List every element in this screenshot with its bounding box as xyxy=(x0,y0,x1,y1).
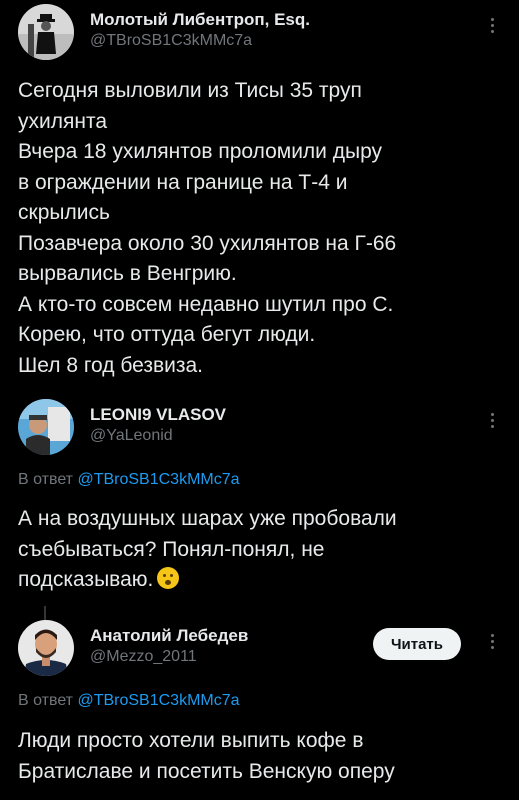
author-name[interactable]: LEONI9 VLASOV xyxy=(90,405,226,425)
author-handle[interactable]: @YaLeonid xyxy=(90,427,173,445)
text-line: Позавчера около 30 ухилянтов на Г-66 xyxy=(18,231,397,255)
more-options-icon[interactable] xyxy=(489,413,495,433)
avatar-molotyi[interactable] xyxy=(18,4,74,60)
more-options-icon[interactable] xyxy=(489,634,495,654)
more-options-icon[interactable] xyxy=(489,18,495,38)
author-name[interactable]: Молотый Либентроп, Esq. xyxy=(90,10,310,30)
text-line: подсказываю. xyxy=(18,568,154,591)
text-line: вырвались в Венгрию. xyxy=(18,262,237,285)
text-line: скрылись xyxy=(18,201,110,224)
text-line: Люди просто хотели выпить кофе в xyxy=(18,729,364,752)
author-handle[interactable]: @TBroSB1C3kMMc7a xyxy=(90,32,252,50)
author-name[interactable]: Анатолий Лебедев xyxy=(90,626,248,646)
reply-handle-link[interactable]: @TBroSB1C3kMMc7a xyxy=(77,471,239,488)
reply-prefix: В ответ xyxy=(18,471,74,488)
text-line: Шел 8 год безвиза. xyxy=(18,353,204,377)
reply-to: В ответ @TBroSB1C3kMMc7a xyxy=(18,692,240,710)
reply-to: В ответ @TBroSB1C3kMMc7a xyxy=(18,471,240,489)
text-line: А кто-то совсем недавно шутил про С. xyxy=(18,292,394,316)
tweet-text: Сегодня выловили из Тисы 35 труп ухилянт… xyxy=(18,76,501,381)
text-line: А на воздушных шарах уже пробовали xyxy=(18,507,397,530)
tweet-text: А на воздушных шарах уже пробовали съебы… xyxy=(18,504,501,596)
tweet-1[interactable]: Молотый Либентроп, Esq. @TBroSB1C3kMMc7a… xyxy=(0,0,519,395)
text-line: Сегодня выловили из Тисы 35 труп xyxy=(18,79,362,102)
text-line: в ограждении на границе на Т-4 и xyxy=(18,170,348,194)
reply-prefix: В ответ xyxy=(18,692,74,709)
text-line: съебываться? Понял-понял, не xyxy=(18,537,325,561)
avatar-anatolii[interactable] xyxy=(18,620,74,676)
avatar-leonid[interactable] xyxy=(18,399,74,455)
author-handle[interactable]: @Mezzo_2011 xyxy=(90,648,197,666)
reply-handle-link[interactable]: @TBroSB1C3kMMc7a xyxy=(77,692,239,709)
text-line: Братиславе и посетить Венскую оперу xyxy=(18,759,395,783)
text-line: Вчера 18 ухилянтов проломили дыру xyxy=(18,140,383,163)
hushed-face-emoji-icon xyxy=(157,567,180,589)
text-line: Корею, что оттуда бегут люди. xyxy=(18,323,316,346)
text-line-with-emoji: подсказываю. xyxy=(18,565,501,596)
text-line: ухилянта xyxy=(18,109,108,133)
tweet-2[interactable]: LEONI9 VLASOV @YaLeonid В ответ @TBroSB1… xyxy=(0,395,519,610)
follow-button[interactable]: Читать xyxy=(373,628,461,660)
tweet-text: Люди просто хотели выпить кофе в Братисл… xyxy=(18,726,501,787)
